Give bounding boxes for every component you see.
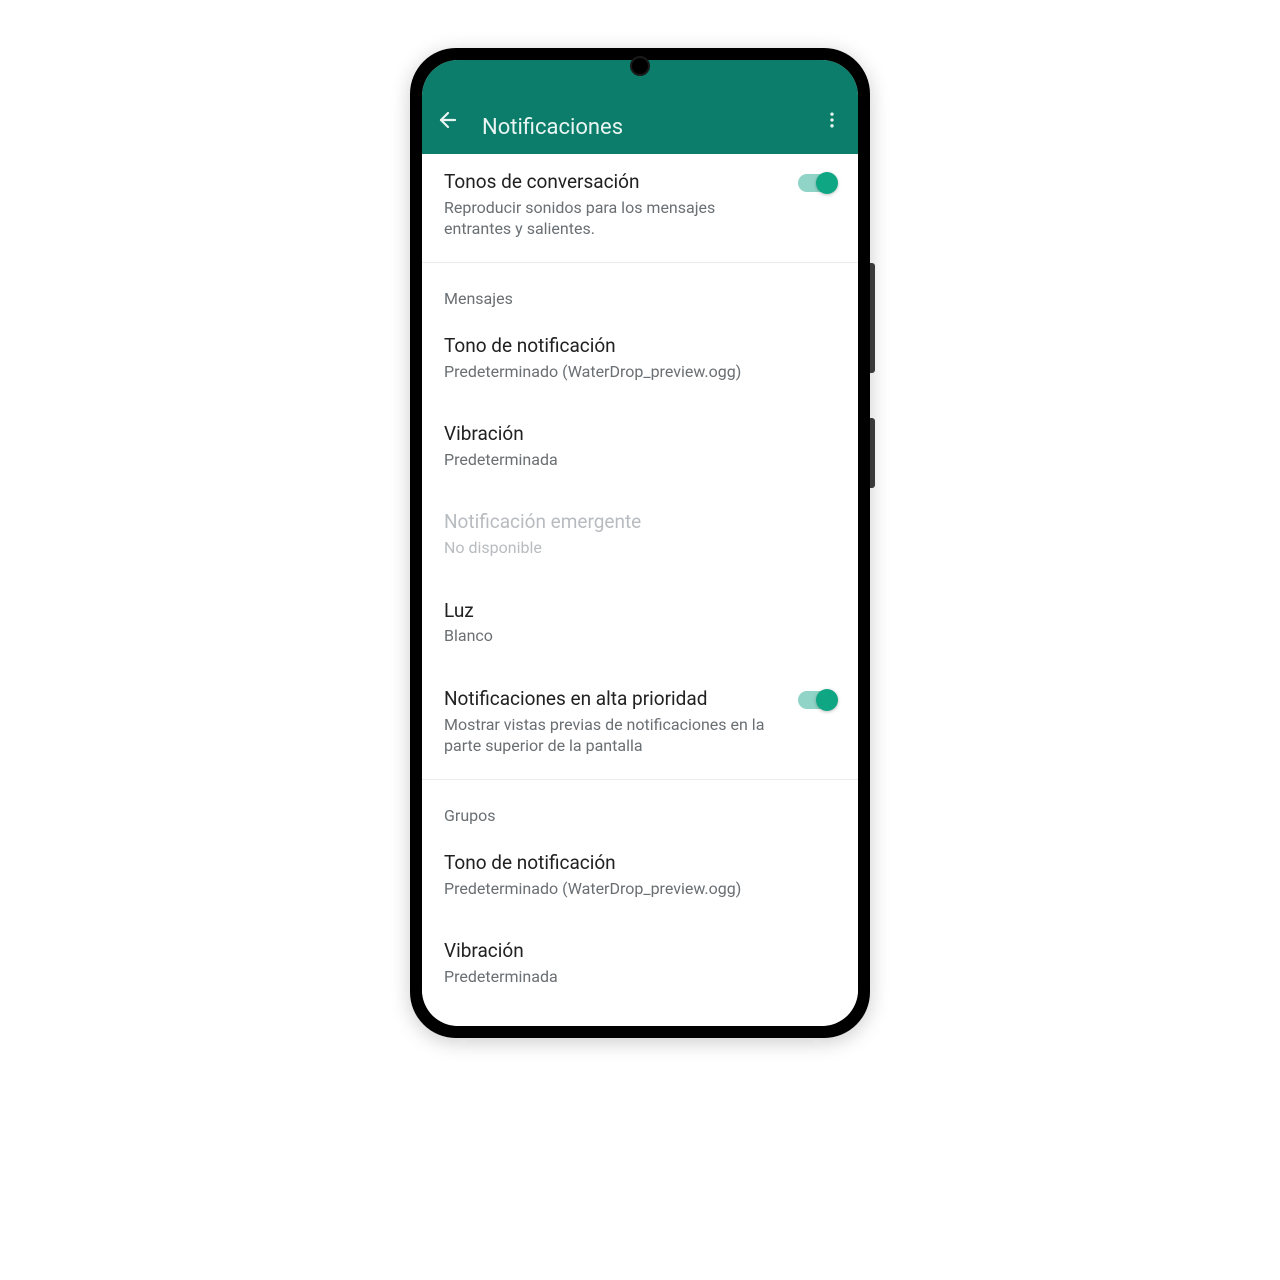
- conversation-tones-toggle[interactable]: [798, 174, 836, 192]
- back-button[interactable]: [428, 100, 468, 140]
- page-title: Notificaciones: [482, 115, 812, 140]
- phone-frame: Notificaciones Tonos de conversación Rep…: [410, 48, 870, 1038]
- row-subtitle: Mostrar vistas previas de notificaciones…: [444, 714, 786, 757]
- groups-vibration-row[interactable]: Vibración Predeterminada: [422, 923, 858, 1003]
- more-options-button[interactable]: [812, 100, 852, 140]
- row-title: Tono de notificación: [444, 334, 836, 359]
- content: Tonos de conversación Reproducir sonidos…: [422, 154, 858, 1026]
- row-subtitle: Predeterminado (WaterDrop_preview.ogg): [444, 361, 836, 383]
- row-title: Tonos de conversación: [444, 170, 786, 195]
- section-header-messages: Mensajes: [422, 263, 858, 318]
- messages-vibration-row[interactable]: Vibración Predeterminada: [422, 406, 858, 486]
- row-subtitle: No disponible: [444, 537, 836, 559]
- messages-light-row[interactable]: Luz Blanco: [422, 583, 858, 663]
- conversation-tones-row[interactable]: Tonos de conversación Reproducir sonidos…: [422, 154, 858, 256]
- row-title: Tono de notificación: [444, 851, 836, 876]
- messages-tone-row[interactable]: Tono de notificación Predeterminado (Wat…: [422, 318, 858, 398]
- section-header-groups: Grupos: [422, 780, 858, 835]
- row-title: Vibración: [444, 939, 836, 964]
- arrow-left-icon: [436, 108, 460, 132]
- row-subtitle: Predeterminado (WaterDrop_preview.ogg): [444, 878, 836, 900]
- row-subtitle: Predeterminada: [444, 449, 836, 471]
- row-subtitle: Reproducir sonidos para los mensajes ent…: [444, 197, 786, 240]
- messages-popup-row: Notificación emergente No disponible: [422, 494, 858, 574]
- screen: Notificaciones Tonos de conversación Rep…: [422, 60, 858, 1026]
- phone-camera: [630, 56, 650, 76]
- row-subtitle: Predeterminada: [444, 966, 836, 988]
- row-title: Luz: [444, 599, 836, 624]
- row-title: Vibración: [444, 422, 836, 447]
- groups-light-row[interactable]: Luz Blanco: [422, 1011, 858, 1026]
- row-subtitle: Blanco: [444, 625, 836, 647]
- phone-side-button: [870, 418, 875, 488]
- messages-priority-toggle[interactable]: [798, 691, 836, 709]
- more-vertical-icon: [822, 110, 842, 130]
- row-title: Notificación emergente: [444, 510, 836, 535]
- row-title: Notificaciones en alta prioridad: [444, 687, 786, 712]
- messages-priority-row[interactable]: Notificaciones en alta prioridad Mostrar…: [422, 671, 858, 773]
- groups-tone-row[interactable]: Tono de notificación Predeterminado (Wat…: [422, 835, 858, 915]
- phone-side-button: [870, 263, 875, 373]
